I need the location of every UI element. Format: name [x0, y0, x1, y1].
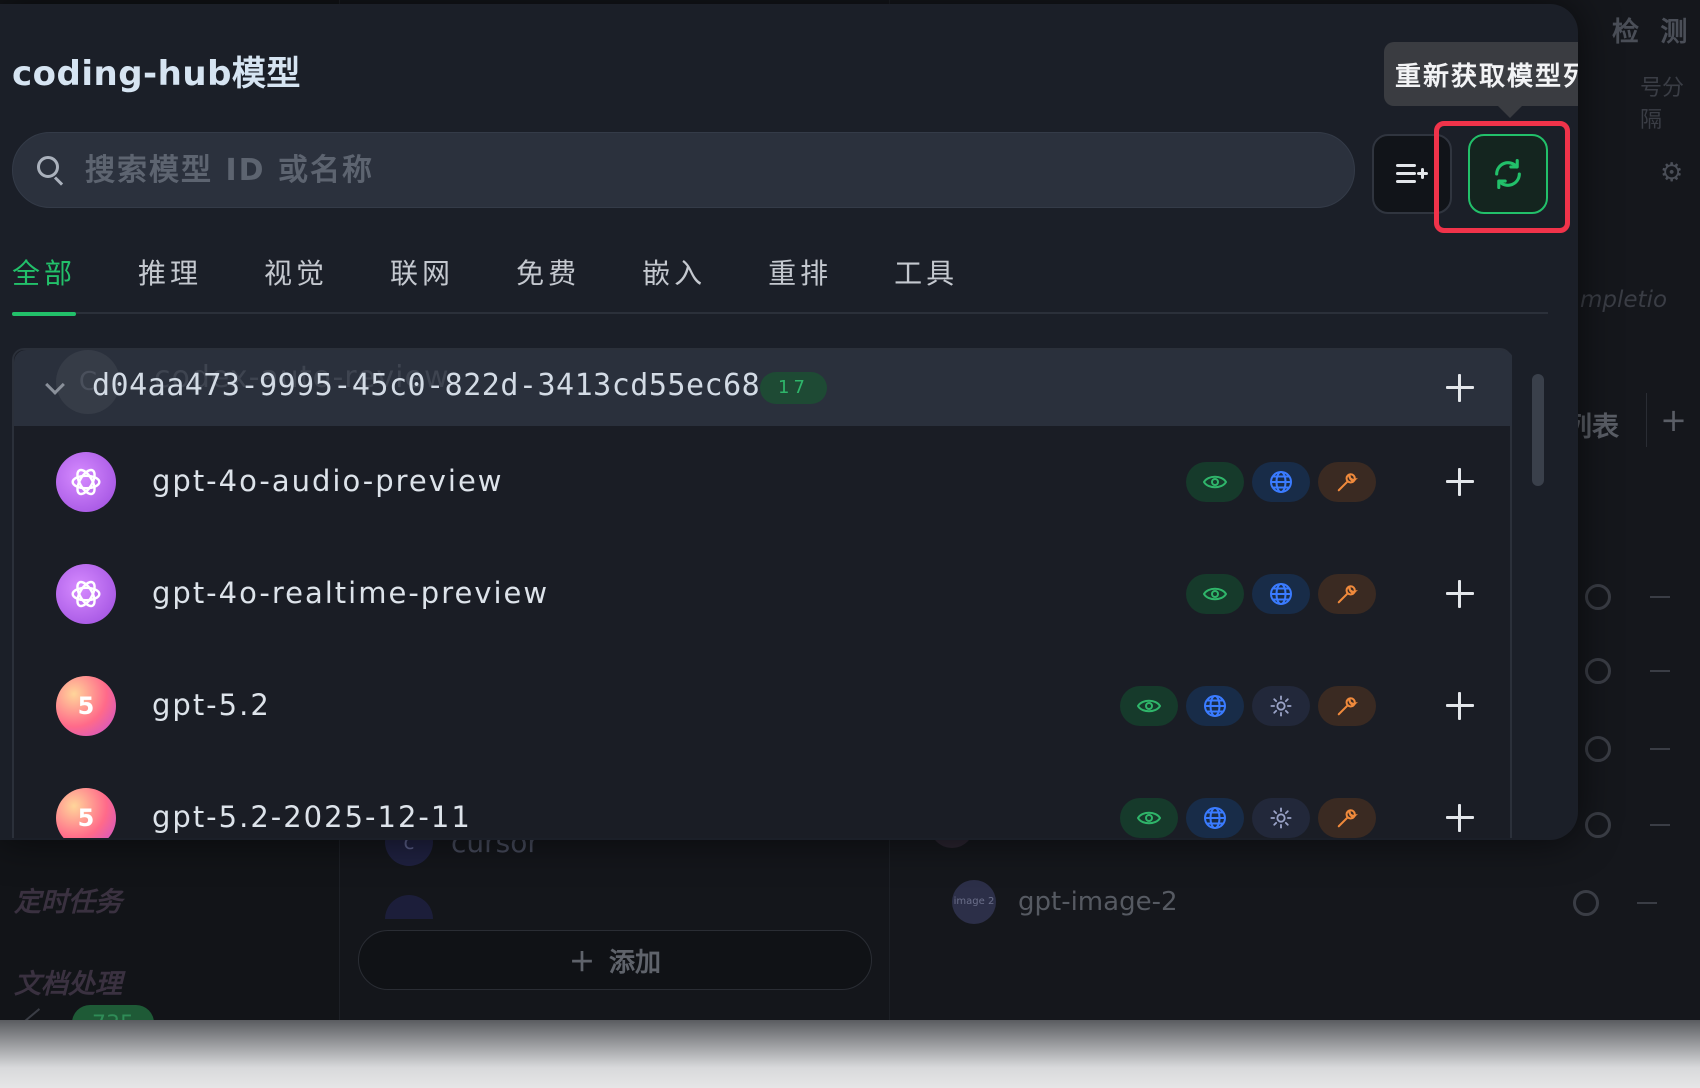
gpt5-logo-icon: 5 [56, 676, 116, 736]
add-model-button[interactable] [1446, 804, 1474, 832]
tab-embedding[interactable]: 嵌入 [642, 244, 706, 314]
scrollbar[interactable] [1532, 374, 1544, 486]
tab-rerank[interactable]: 重排 [768, 244, 832, 314]
remove-icon[interactable] [1650, 596, 1670, 598]
search-input[interactable] [85, 133, 1354, 207]
add-model-button[interactable] [1446, 580, 1474, 608]
model-group: C codex-auto-review d04aa473-9995-45c0-8… [12, 348, 1512, 838]
remove-icon[interactable] [1637, 902, 1657, 904]
model-name: gpt-5.2 [152, 688, 271, 722]
sun-icon [1252, 798, 1310, 838]
tab-reasoning[interactable]: 推理 [138, 244, 202, 314]
hint-text: 号分隔 [1640, 76, 1685, 133]
group-header[interactable]: C codex-auto-review d04aa473-9995-45c0-8… [14, 350, 1512, 426]
add-all-models-button[interactable] [1372, 134, 1452, 214]
model-picker-dialog: coding-hub模型 重新获取模型列表 全部 推理 视觉 联网 免费 嵌 [0, 4, 1578, 840]
eye-icon [1186, 574, 1244, 614]
add-provider-button[interactable]: ＋ 添加 [358, 930, 872, 990]
gear-icon[interactable] [1585, 658, 1611, 684]
model-name: gpt-4o-realtime-preview [152, 576, 550, 610]
tab-tools[interactable]: 工具 [894, 244, 958, 314]
add-model-button[interactable]: + [1646, 393, 1700, 447]
count-badge: 17 [760, 372, 827, 404]
model-row[interactable]: gpt-4o-audio-preview [14, 426, 1494, 538]
category-tabs: 全部 推理 视觉 联网 免费 嵌入 重排 工具 [12, 244, 1548, 316]
model-row-gpt-image-2: image 2 gpt-image-2 [952, 880, 1178, 924]
globe-icon [1252, 462, 1310, 502]
plus-icon: ＋ [568, 947, 595, 978]
wrench-icon [1318, 686, 1376, 726]
model-name: gpt-5.2-2025-12-11 [152, 800, 472, 834]
gear-icon[interactable] [1585, 812, 1611, 838]
tab-web[interactable]: 联网 [390, 244, 454, 314]
model-list: C codex-auto-review d04aa473-9995-45c0-8… [12, 348, 1512, 838]
wrench-icon [1318, 574, 1376, 614]
refresh-model-list-button[interactable] [1468, 134, 1548, 214]
remove-icon[interactable] [1650, 670, 1670, 672]
add-group-button[interactable] [1446, 374, 1474, 402]
model-name: gpt-4o-audio-preview [152, 464, 504, 498]
gear-icon[interactable] [1585, 584, 1611, 610]
tooltip: 重新获取模型列表 [1384, 42, 1578, 106]
count-badge: 735 [72, 1005, 154, 1020]
tab-vision[interactable]: 视觉 [264, 244, 328, 314]
add-model-button[interactable] [1446, 468, 1474, 496]
capability-tags [1120, 686, 1376, 726]
globe-icon [1186, 686, 1244, 726]
remove-icon[interactable] [1650, 824, 1670, 826]
tab-free[interactable]: 免费 [516, 244, 580, 314]
gear-icon[interactable] [1585, 736, 1611, 762]
nav-item-scheduled-tasks[interactable]: 定时任务 [14, 880, 122, 919]
remove-icon[interactable] [1650, 748, 1670, 750]
gear-icon[interactable] [1573, 890, 1599, 916]
group-id: d04aa473-9995-45c0-822d-3413cd55ec68 [92, 368, 761, 403]
tab-all[interactable]: 全部 [12, 244, 77, 316]
capability-tags [1120, 798, 1376, 838]
sun-icon [1252, 686, 1310, 726]
model-row[interactable]: 5 gpt-5.2 [14, 650, 1494, 762]
tooltip-arrow [1498, 106, 1522, 118]
eye-icon [1186, 462, 1244, 502]
add-model-button[interactable] [1446, 692, 1474, 720]
model-name: gpt-image-2 [1018, 887, 1178, 917]
endpoint-text: mpletio [1580, 287, 1668, 313]
wrench-icon [1318, 462, 1376, 502]
wrench-icon [1318, 798, 1376, 838]
nav-item-document-processing[interactable]: 文档处理 [14, 962, 122, 1001]
dialog-title: coding-hub模型 [12, 54, 301, 94]
eye-icon [1120, 798, 1178, 838]
filter-icon[interactable]: ⚙ [1660, 158, 1683, 188]
search-icon [37, 156, 65, 186]
refresh-icon [1495, 158, 1521, 190]
model-row[interactable]: 5 gpt-5.2-2025-12-11 [14, 762, 1494, 838]
eye-icon [1120, 686, 1178, 726]
capability-tags [1186, 574, 1376, 614]
globe-icon [1186, 798, 1244, 838]
bottom-edge [0, 1020, 1700, 1088]
openai-logo-icon [56, 564, 116, 624]
add-button-label: 添加 [609, 947, 662, 978]
list-add-icon [1396, 164, 1428, 183]
search-box[interactable] [12, 132, 1355, 208]
globe-icon [1252, 574, 1310, 614]
avatar: image 2 [952, 880, 996, 924]
gpt5-logo-icon: 5 [56, 788, 116, 838]
capability-tags [1186, 462, 1376, 502]
check-button[interactable]: 检 测 [1612, 10, 1693, 49]
model-row[interactable]: gpt-4o-realtime-preview [14, 538, 1494, 650]
openai-logo-icon [56, 452, 116, 512]
